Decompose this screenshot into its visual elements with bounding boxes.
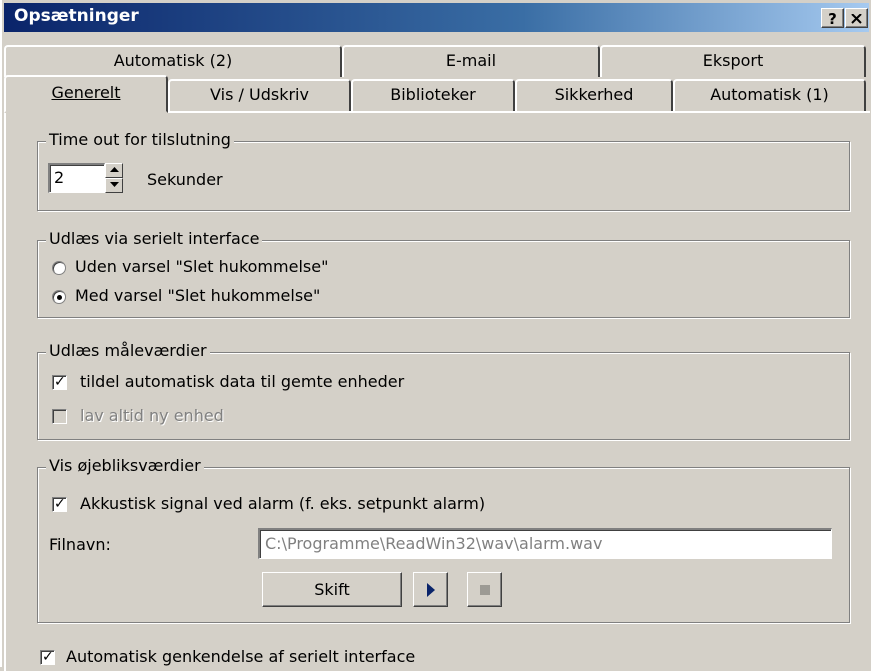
tab-generelt[interactable]: Generelt	[4, 75, 168, 113]
spin-down-button[interactable]	[105, 178, 123, 193]
measure-group: Udlæs måleværdier	[37, 341, 850, 440]
tab-eksport[interactable]: Eksport	[600, 45, 866, 77]
signal-checkbox[interactable]: ✓	[52, 496, 67, 512]
new-unit-label: lav altid ny enhed	[80, 406, 224, 425]
measure-legend: Udlæs måleværdier	[46, 341, 210, 360]
change-button-label: Skift	[314, 580, 350, 599]
signal-label[interactable]: Akkustisk signal ved alarm (f. eks. setp…	[80, 494, 485, 513]
tab-email[interactable]: E-mail	[342, 45, 600, 77]
arrow-down-icon	[110, 182, 119, 187]
auto-detect-label[interactable]: Automatisk genkendelse af serielt interf…	[66, 647, 415, 666]
filename-label: Filnavn:	[49, 535, 111, 554]
stop-icon	[480, 585, 490, 595]
title-bar[interactable]: Opsætninger ?	[4, 3, 869, 32]
tab-automatisk-2[interactable]: Automatisk (2)	[4, 45, 342, 77]
checkmark-icon: ✓	[54, 374, 66, 390]
tab-generelt-label: Generelt	[51, 83, 121, 102]
tab-biblioteker[interactable]: Biblioteker	[351, 79, 515, 111]
assign-checkbox[interactable]: ✓	[52, 374, 67, 390]
tab-automatisk-1[interactable]: Automatisk (1)	[673, 79, 866, 111]
live-legend: Vis øjebliksværdier	[46, 456, 204, 475]
tab-vis-udskriv[interactable]: Vis / Udskriv	[168, 79, 351, 111]
tab-sikkerhed[interactable]: Sikkerhed	[515, 79, 673, 111]
radio-uden-varsel-label[interactable]: Uden varsel "Slet hukommelse"	[75, 257, 328, 276]
stop-button[interactable]	[467, 572, 502, 607]
timeout-unit: Sekunder	[147, 170, 223, 189]
timeout-legend: Time out for tilslutning	[46, 130, 234, 149]
tab-vis-udskriv-label: Vis / Udskriv	[210, 85, 309, 104]
serial-group: Udlæs via serielt interface	[37, 229, 850, 318]
close-icon	[851, 13, 862, 24]
tab-sikkerhed-label: Sikkerhed	[554, 85, 634, 104]
new-unit-checkbox[interactable]	[52, 409, 67, 424]
close-button[interactable]	[845, 8, 868, 28]
tab-automatisk-2-label: Automatisk (2)	[113, 51, 233, 70]
tab-email-label: E-mail	[445, 51, 497, 70]
tab-automatisk-1-label: Automatisk (1)	[710, 85, 829, 104]
radio-med-varsel[interactable]	[52, 290, 66, 304]
filename-field[interactable]: C:\Programme\ReadWin32\wav\alarm.wav	[258, 528, 832, 559]
checkmark-icon: ✓	[42, 649, 54, 665]
serial-legend: Udlæs via serielt interface	[46, 229, 263, 248]
play-button[interactable]	[413, 572, 448, 607]
checkmark-icon: ✓	[54, 496, 66, 512]
auto-detect-checkbox[interactable]: ✓	[40, 649, 55, 665]
radio-selected-dot	[57, 295, 62, 300]
change-button[interactable]: Skift	[262, 572, 402, 607]
assign-label[interactable]: tildel automatisk data til gemte enheder	[80, 372, 404, 391]
timeout-spinner-input[interactable]: 2	[48, 163, 105, 193]
help-button[interactable]: ?	[821, 8, 844, 28]
spin-up-button[interactable]	[105, 163, 123, 178]
timeout-value: 2	[54, 168, 65, 187]
tab-eksport-label: Eksport	[702, 51, 764, 70]
radio-uden-varsel[interactable]	[52, 261, 66, 275]
play-icon	[427, 583, 435, 597]
tab-biblioteker-label: Biblioteker	[390, 85, 476, 104]
window-title: Opsætninger	[14, 6, 139, 26]
settings-dialog: Opsætninger ? Automatisk (2) E-mail Eksp…	[0, 0, 871, 671]
radio-med-varsel-label[interactable]: Med varsel "Slet hukommelse"	[75, 286, 320, 305]
arrow-up-icon	[110, 167, 119, 172]
timeout-spinner	[105, 163, 123, 193]
